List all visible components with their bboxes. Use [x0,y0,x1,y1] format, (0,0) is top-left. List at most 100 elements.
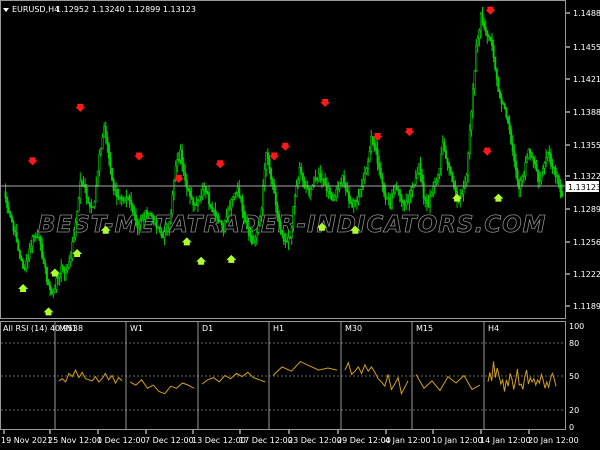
candle-body [144,210,147,220]
candle-body [511,142,514,152]
candle-body [327,187,330,192]
candle-body [464,182,467,189]
candle-body [411,187,414,191]
candle-body [451,172,454,183]
candle-body [244,217,247,223]
candle-body [351,203,354,208]
candle-body [284,240,287,243]
candle-body [444,150,447,159]
candle-body [160,231,163,236]
candle-body [17,241,20,251]
sell-arrow-icon [404,128,415,137]
candle-body [440,153,443,169]
candle-body [530,152,533,158]
candle-body [489,36,492,41]
candle-body [241,197,244,212]
candle-body [125,197,128,200]
candle-body [254,237,257,242]
candle-body [271,179,274,185]
candle-body [222,224,225,232]
candle-body [268,158,271,170]
candle-body [360,186,363,190]
candle-body [395,185,398,191]
price-chart[interactable]: EURUSD,H4 1.12952 1.13240 1.12899 1.1312… [0,0,600,450]
candle-body [270,168,273,180]
candle-body [131,204,134,213]
time-tick: 13 Dec 12:00 [192,436,246,445]
time-tick: 14 Jan 12:00 [480,436,531,445]
rsi-line [272,360,338,376]
candle-body [80,180,83,186]
candle-body [471,88,474,113]
candle-body [545,156,548,164]
candle-body [208,193,211,205]
ohlc-values: 1.12952 1.13240 1.12899 1.13123 [56,5,196,14]
candle-body [495,68,498,80]
candle-body [50,289,53,295]
candle-body [155,219,158,229]
time-tick: 17 Dec 12:00 [239,436,293,445]
candle-body [77,198,80,212]
candle-body [526,157,529,163]
candle-body [367,160,370,169]
candle-body [6,197,9,208]
candle-body [397,189,400,191]
candle-body [308,187,311,196]
candle-body [37,236,40,239]
candle-body [90,206,93,209]
candle-body [181,149,184,164]
candle-body [79,180,82,199]
candle-body [479,13,482,31]
candle-body [243,211,246,218]
candle-body [228,207,231,210]
candle-body [171,194,174,215]
candle-body [371,135,374,144]
time-tick: 19 Nov 2021 [1,436,52,445]
candle-body [368,150,371,162]
candle-body [231,196,234,200]
candle-body [109,157,112,169]
candle-body [465,174,468,184]
time-axis: 19 Nov 2021 25 Nov 12:00 1 Dec 12:00 7 D… [1,430,579,445]
candle-body [168,221,171,229]
candle-body [130,200,133,205]
candle-body [177,159,180,161]
price-tick: 1.13555 [573,141,600,150]
candle-body [408,194,411,203]
candle-body [333,196,336,200]
candle-body [265,152,268,170]
candle-body [122,198,125,201]
candle-body [518,180,521,190]
candle-body [481,13,484,23]
candle-body [255,231,258,238]
candle-body [483,21,486,28]
candle-body [246,221,249,228]
sell-arrow-icon [320,98,331,107]
candle-body [278,213,281,223]
candle-body [381,176,384,184]
candle-body [28,248,31,260]
rsi-line [201,371,266,385]
rsi-lines-group [58,360,557,396]
triangle-down-icon[interactable] [3,8,9,12]
price-tick: 1.12225 [573,270,600,279]
candle-body [359,189,362,197]
candle-body [497,78,500,93]
price-tick: 1.12890 [573,205,600,214]
candle-body [343,175,346,184]
candle-body [502,102,505,105]
candle-body [203,186,206,191]
candle-body [503,103,506,109]
candle-body [402,200,405,203]
candle-body [414,177,417,185]
candle-body [320,178,323,181]
candle-body [376,149,379,164]
candle-body [128,196,131,201]
price-tick: 1.14550 [573,43,600,52]
candle-body [505,108,508,118]
candle-body [119,196,122,199]
candle-body [317,173,320,181]
candle-body [300,167,303,174]
candle-body [4,191,7,198]
candle-body [204,186,207,193]
